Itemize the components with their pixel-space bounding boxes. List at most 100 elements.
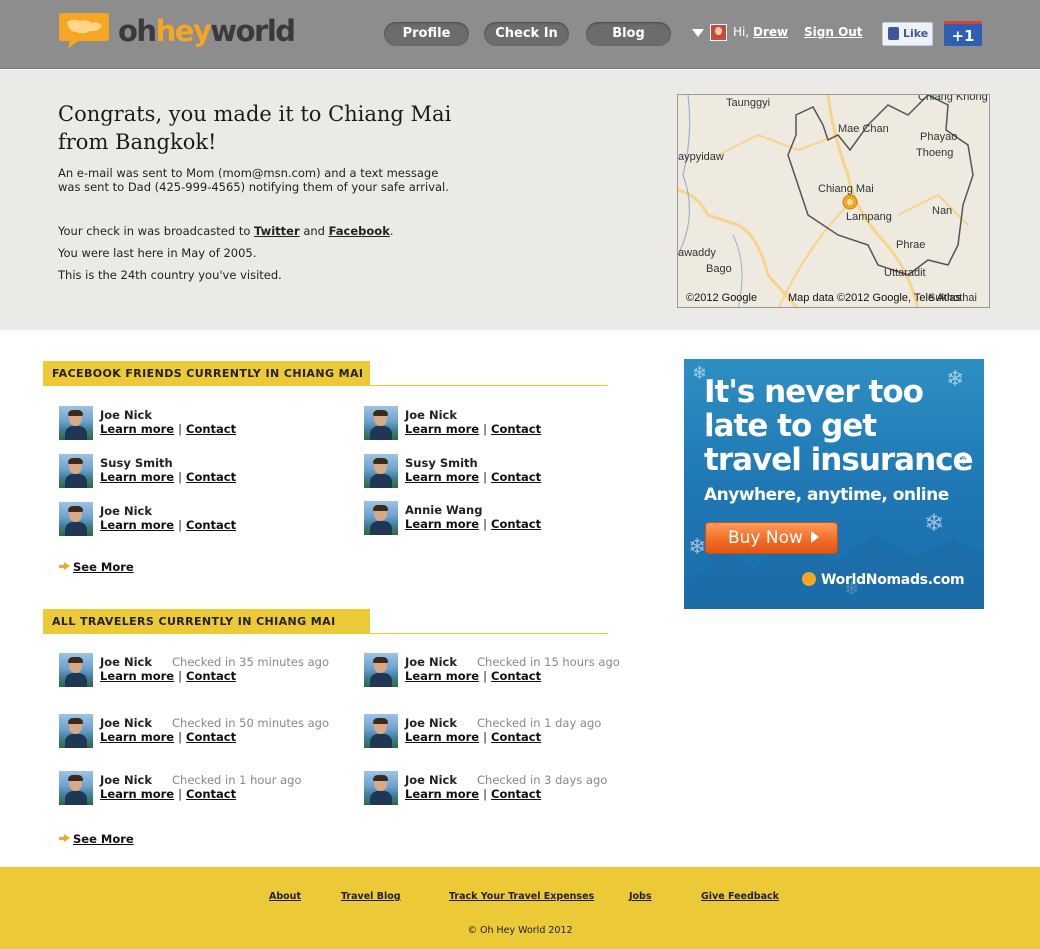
friend-avatar[interactable] xyxy=(59,502,93,536)
contact-link[interactable]: Contact xyxy=(186,787,236,801)
map-label: Phrae xyxy=(896,239,926,251)
friend-avatar[interactable] xyxy=(59,406,93,440)
speech-bubble-logo-icon xyxy=(59,13,109,49)
contact-link[interactable]: Contact xyxy=(186,669,236,683)
contact-link[interactable]: Contact xyxy=(186,730,236,744)
user-name-link[interactable]: Drew xyxy=(753,25,788,39)
traveler-item: Joe Nick Checked in 15 hours ago Learn m… xyxy=(364,653,654,689)
friend-name: Joe Nick xyxy=(100,504,153,518)
map-graphic xyxy=(678,95,989,307)
nav-blog-button[interactable]: Blog xyxy=(586,22,671,46)
see-more-travelers: See More xyxy=(59,832,134,846)
footer-travel-blog-link[interactable]: Travel Blog xyxy=(341,891,401,902)
contact-link[interactable]: Contact xyxy=(186,470,236,484)
contact-link[interactable]: Contact xyxy=(186,518,236,532)
friend-item: Annie Wang Learn more | Contact xyxy=(364,501,644,537)
travel-insurance-ad[interactable]: ❄ ❄ ❄ ❄ ❄ ❄ It's never too late to get t… xyxy=(684,359,984,609)
see-more-travelers-link[interactable]: See More xyxy=(73,832,134,846)
learn-more-link[interactable]: Learn more xyxy=(405,470,479,484)
twitter-link[interactable]: Twitter xyxy=(254,224,300,238)
contact-link[interactable]: Contact xyxy=(491,787,541,801)
learn-more-link[interactable]: Learn more xyxy=(100,518,174,532)
footer-feedback-link[interactable]: Give Feedback xyxy=(701,891,779,902)
dropdown-caret-icon[interactable] xyxy=(692,29,704,37)
learn-more-link[interactable]: Learn more xyxy=(405,730,479,744)
map-label: awaddy xyxy=(678,247,716,259)
footer-copyright: © Oh Hey World 2012 xyxy=(467,925,573,936)
buy-now-button[interactable]: Buy Now xyxy=(705,522,838,554)
checkin-time: Checked in 50 minutes ago xyxy=(172,716,330,730)
facebook-link[interactable]: Facebook xyxy=(329,224,390,238)
learn-more-link[interactable]: Learn more xyxy=(100,730,174,744)
page-title: Congrats, you made it to Chiang Mai from… xyxy=(58,102,452,154)
contact-link[interactable]: Contact xyxy=(491,422,541,436)
top-header: ohheyworld Profile Check In Blog Hi, Dre… xyxy=(0,0,1040,69)
country-count-text: This is the 24th country you've visited. xyxy=(58,268,282,282)
footer-about-link[interactable]: About xyxy=(269,891,301,902)
traveler-actions: Learn more | Contact xyxy=(405,730,542,744)
friend-avatar[interactable] xyxy=(364,501,398,535)
last-visit-text: You were last here in May of 2005. xyxy=(58,246,257,260)
friend-name: Joe Nick xyxy=(405,408,458,422)
footer: About Travel Blog Track Your Travel Expe… xyxy=(0,867,1040,949)
friend-avatar[interactable] xyxy=(59,454,93,488)
traveler-avatar[interactable] xyxy=(364,771,398,805)
traveler-actions: Learn more | Contact xyxy=(405,787,542,801)
friend-avatar[interactable] xyxy=(364,406,398,440)
learn-more-link[interactable]: Learn more xyxy=(100,669,174,683)
friend-item: Susy Smith Learn more | Contact xyxy=(364,454,644,490)
broadcast-message: Your check in was broadcasted to Twitter… xyxy=(58,224,394,238)
contact-link[interactable]: Contact xyxy=(491,470,541,484)
traveler-avatar[interactable] xyxy=(364,653,398,687)
nav-profile-button[interactable]: Profile xyxy=(384,22,469,46)
footer-track-expenses-link[interactable]: Track Your Travel Expenses xyxy=(449,891,594,902)
worldnomads-figure-icon xyxy=(802,572,816,586)
map-label: Mae Chan xyxy=(838,123,889,135)
ohheyworld-logo[interactable]: ohheyworld xyxy=(58,10,308,60)
see-more-friends: See More xyxy=(59,560,134,574)
facebook-like-button[interactable]: Like xyxy=(882,22,933,46)
google-plus-one-button[interactable]: +1 xyxy=(944,21,982,46)
friend-actions: Learn more | Contact xyxy=(100,422,237,436)
friend-actions: Learn more | Contact xyxy=(405,470,542,484)
traveler-avatar[interactable] xyxy=(59,714,93,748)
traveler-avatar[interactable] xyxy=(59,771,93,805)
friend-name: Joe Nick xyxy=(100,408,153,422)
contact-link[interactable]: Contact xyxy=(491,669,541,683)
friend-name: Susy Smith xyxy=(100,456,173,470)
traveler-avatar[interactable] xyxy=(59,653,93,687)
map-label: Nan xyxy=(932,205,953,217)
learn-more-link[interactable]: Learn more xyxy=(100,470,174,484)
contact-link[interactable]: Contact xyxy=(491,730,541,744)
traveler-avatar[interactable] xyxy=(364,714,398,748)
footer-jobs-link[interactable]: Jobs xyxy=(629,891,652,902)
map-label: Uttaradit xyxy=(884,267,926,279)
contact-link[interactable]: Contact xyxy=(186,422,236,436)
learn-more-link[interactable]: Learn more xyxy=(100,422,174,436)
user-greeting: Hi, Drew xyxy=(733,25,789,39)
contact-link[interactable]: Contact xyxy=(491,517,541,531)
traveler-item: Joe Nick Checked in 3 days ago Learn mor… xyxy=(364,771,654,807)
traveler-name: Joe Nick xyxy=(405,773,458,787)
logo-wordmark: ohheyworld xyxy=(118,14,296,48)
traveler-actions: Learn more | Contact xyxy=(405,669,542,683)
learn-more-link[interactable]: Learn more xyxy=(405,669,479,683)
ad-subheadline: Anywhere, anytime, online xyxy=(704,485,949,505)
traveler-item: Joe Nick Checked in 1 day ago Learn more… xyxy=(364,714,654,750)
friend-item: Susy Smith Learn more | Contact xyxy=(59,454,339,490)
user-avatar xyxy=(710,24,727,41)
traveler-name: Joe Nick xyxy=(100,716,153,730)
map-label: Taunggyi xyxy=(726,97,771,109)
sign-out-link[interactable]: Sign Out xyxy=(804,25,863,39)
traveler-actions: Learn more | Contact xyxy=(100,787,237,801)
nav-checkin-button[interactable]: Check In xyxy=(484,22,569,46)
learn-more-link[interactable]: Learn more xyxy=(405,517,479,531)
learn-more-link[interactable]: Learn more xyxy=(100,787,174,801)
traveler-item: Joe Nick Checked in 50 minutes ago Learn… xyxy=(59,714,349,750)
location-map[interactable]: Taunggyi Chiang Khong Mae Chan Phayao Th… xyxy=(677,94,990,308)
friend-avatar[interactable] xyxy=(364,454,398,488)
friend-name: Annie Wang xyxy=(405,503,483,517)
learn-more-link[interactable]: Learn more xyxy=(405,787,479,801)
learn-more-link[interactable]: Learn more xyxy=(405,422,479,436)
see-more-friends-link[interactable]: See More xyxy=(73,560,134,574)
